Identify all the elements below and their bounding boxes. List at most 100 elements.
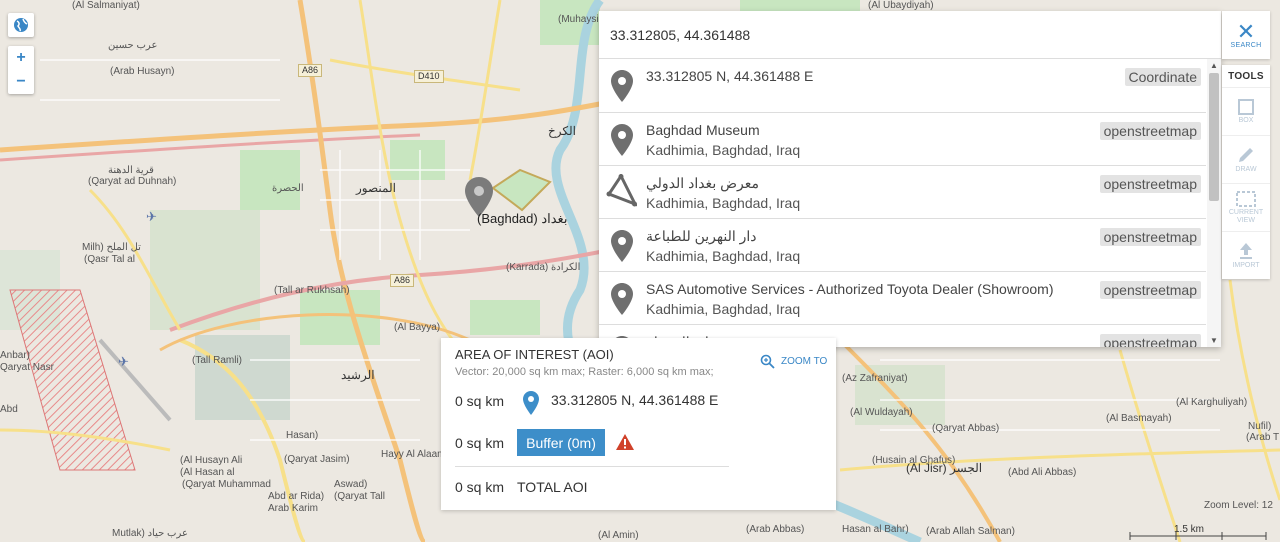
road-shield-d410: D410: [414, 70, 444, 83]
zoom-to-label: ZOOM TO: [781, 356, 828, 367]
search-panel: 33.312805 N, 44.361488 E Coordinate Baghda…: [599, 11, 1221, 347]
result-title: SAS Automotive Services - Authorized Toy…: [646, 281, 1054, 297]
tool-box-label: BOX: [1238, 116, 1254, 124]
map-label-aswad: Aswad): [334, 479, 368, 490]
airport-icon-2: ✈: [118, 354, 129, 369]
zoom-control: + −: [8, 46, 34, 94]
map-label-husain-al-ghafus: (Husain al Ghafus): [872, 455, 956, 466]
map-label-arab-allah-salman: (Arab Allah Salman): [926, 526, 1015, 537]
map-pin-icon: [611, 283, 633, 315]
map-label-abd-ar-rida: Abd ar Rida): [268, 491, 325, 502]
result-title: 33.312805 N, 44.361488 E: [646, 68, 814, 84]
result-subtitle: Kadhimia, Baghdad, Iraq: [646, 248, 801, 264]
result-subtitle: Kadhimia, Baghdad, Iraq: [646, 195, 801, 211]
search-result-item[interactable]: SAS Automotive Services - Authorized Toy…: [599, 272, 1206, 325]
map-pin-icon: [611, 230, 633, 262]
map-label-al-wuldayah: (Al Wuldayah): [850, 407, 913, 418]
map-label-mutlak: Mutlak) عرب حياد: [112, 528, 188, 539]
box-icon: [1238, 98, 1254, 115]
result-title: دار النهرين للطباعة: [646, 228, 757, 244]
aoi-panel: AREA OF INTEREST (AOI) Vector: 20,000 sq…: [441, 338, 836, 510]
map-label-arab-t: (Arab T: [1246, 432, 1280, 443]
right-toolbar: ✕ SEARCH TOOLS BOX DRAW CURRENT VIEW IMP…: [1222, 11, 1270, 279]
map-label-ali-hasan: (Al Hasan al: [180, 467, 235, 478]
map-label-qaryat-tall: (Qaryat Tall: [334, 491, 385, 502]
map-label-karrada: (Karrada) الكرادة: [506, 262, 581, 273]
search-result-item[interactable]: Baghdad Museum Kadhimia, Baghdad, Iraq ope…: [599, 113, 1206, 166]
search-result-item[interactable]: دار النهرين للطباعة Kadhimia, Baghdad, Ir…: [599, 219, 1206, 272]
result-source-badge: openstreetmap: [1099, 122, 1201, 140]
warning-icon[interactable]: [615, 433, 635, 451]
map-label-tall-rukhsah: (Tall ar Rukhsah): [274, 285, 350, 296]
map-label-qaryat-muhammad: (Qaryat Muhammad: [182, 479, 271, 490]
airport-icon: ✈: [146, 209, 157, 224]
map-label-baghdad: (Baghdad) بغداد: [477, 211, 568, 226]
tool-box[interactable]: BOX: [1222, 87, 1270, 135]
results-scrollbar[interactable]: ▲ ▼: [1207, 59, 1221, 347]
buffer-button[interactable]: Buffer (0m): [517, 429, 605, 456]
map-label-abd: Abd: [0, 404, 18, 415]
map-label-arab-husayn: (Arab Husayn): [110, 66, 175, 77]
basemap-button[interactable]: [8, 13, 34, 37]
scale-bar: 1.5 km: [1128, 522, 1268, 542]
map-label-duhnah-ar: قرية الدهنة: [108, 165, 154, 176]
result-subtitle: Kadhimia, Baghdad, Iraq: [646, 142, 801, 158]
result-source-badge: openstreetmap: [1099, 281, 1201, 299]
result-title: Baghdad Museum: [646, 122, 760, 138]
road-shield-a86b: A86: [390, 274, 415, 287]
map-label-ubaydiyah: (Al Ubaydiyah): [868, 0, 934, 11]
magnifier-icon: [760, 354, 775, 369]
aoi-buffer-area: 0 sq km: [455, 435, 505, 451]
polygon-icon: [606, 174, 637, 207]
result-source-badge: openstreetmap: [1099, 175, 1201, 193]
map-label-milh: Milh) تل الملح: [82, 242, 141, 253]
aoi-total-label: TOTAL AOI: [517, 479, 588, 495]
map-pin-icon: [611, 70, 633, 102]
map-label-duhnah: (Qaryat ad Duhnah): [88, 176, 177, 187]
tool-draw[interactable]: DRAW: [1222, 135, 1270, 183]
map-label-rashid: الرشيد: [341, 368, 375, 382]
scroll-down-icon[interactable]: ▼: [1210, 336, 1218, 345]
search-input[interactable]: [610, 26, 1200, 43]
scroll-up-icon[interactable]: ▲: [1210, 61, 1218, 70]
zoom-level-indicator: Zoom Level: 12: [1204, 500, 1273, 511]
map-label-abd-ali-abbas: (Abd Ali Abbas): [1008, 467, 1077, 478]
map-pin-icon: [611, 124, 633, 156]
map-label-arab-husayn-ar: عرب حسين: [108, 40, 158, 51]
map-label-arab-karim: Arab Karim: [268, 503, 319, 514]
map-label-hasan-al-bahr: Hasan al Bahr): [842, 524, 909, 535]
map-label-hasan: Hasan): [286, 430, 319, 441]
scale-label: 1.5 km: [1174, 524, 1205, 535]
tool-import-label: IMPORT: [1232, 261, 1260, 269]
search-results-list: 33.312805 N, 44.361488 E Coordinate Baghda…: [599, 59, 1206, 347]
map-label-bayya: (Al Bayya): [394, 322, 441, 333]
map-label-al-amin: (Al Amin): [598, 530, 639, 541]
road-shield-a86: A86: [298, 64, 323, 77]
scrollbar-thumb[interactable]: [1209, 73, 1219, 201]
tools-panel: TOOLS BOX DRAW CURRENT VIEW IMPORT: [1222, 65, 1270, 279]
map-label-qaryat-jasim: (Qaryat Jasim): [284, 454, 350, 465]
map-label-al-basmayah: (Al Basmayah): [1106, 413, 1172, 424]
zoom-to-button[interactable]: ZOOM TO: [760, 354, 827, 369]
search-result-item[interactable]: 33.312805 N, 44.361488 E Coordinate: [599, 59, 1206, 113]
zoom-out-button[interactable]: −: [8, 70, 34, 94]
search-result-item[interactable]: معرض بغداد الدولي Kadhimia, Baghdad, Iraq…: [599, 166, 1206, 219]
aoi-point-label: 33.312805 N, 44.361488 E: [551, 392, 719, 408]
map-label-tall-ramli: (Tall Ramli): [192, 355, 242, 366]
tool-current-view-label: CURRENT VIEW: [1228, 208, 1264, 224]
map-label-karkh: الكرخ: [548, 124, 576, 138]
tool-import[interactable]: IMPORT: [1222, 231, 1270, 279]
result-title: معرض بغداد الدولي: [646, 175, 760, 191]
close-search-button[interactable]: ✕ SEARCH: [1222, 11, 1270, 59]
zoom-in-button[interactable]: +: [8, 46, 34, 70]
aoi-title: AREA OF INTEREST (AOI): [455, 347, 614, 362]
tool-draw-label: DRAW: [1235, 165, 1257, 173]
aoi-point-area: 0 sq km: [455, 393, 505, 409]
aoi-pin-icon: [523, 391, 539, 415]
map-label-mansour: المنصور: [356, 181, 396, 195]
map-label-az-zafraniyat: (Az Zafraniyat): [842, 373, 908, 384]
map-label-qasr-tal: (Qasr Tal al: [84, 254, 135, 265]
map-label-al-husayn-ali: (Al Husayn Ali: [180, 455, 243, 466]
tool-current-view[interactable]: CURRENT VIEW: [1222, 183, 1270, 231]
aoi-limits: Vector: 20,000 sq km max; Raster: 6,000 …: [455, 366, 714, 378]
